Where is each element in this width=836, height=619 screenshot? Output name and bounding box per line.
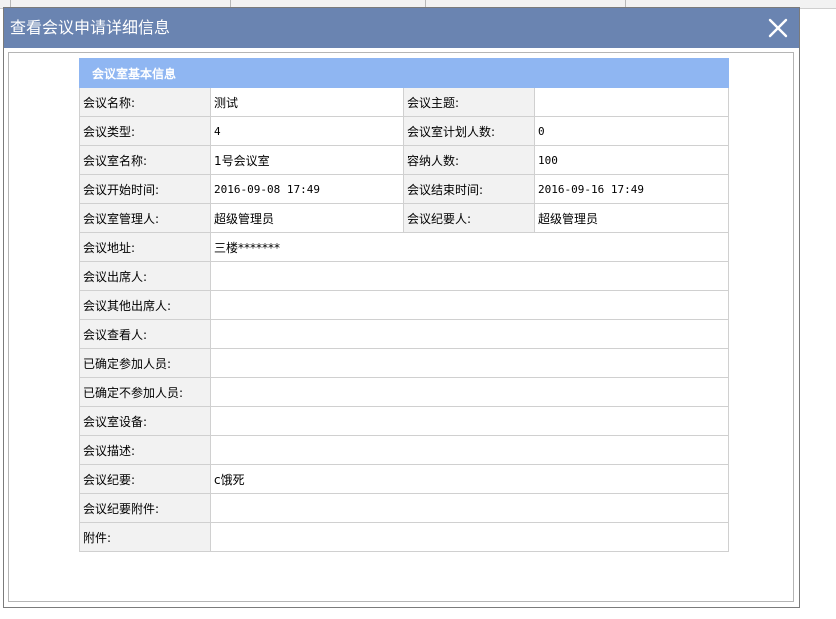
field-value: c饿死 bbox=[209, 464, 730, 494]
field-value bbox=[209, 522, 730, 552]
section-title: 会议室基本信息 bbox=[78, 58, 730, 88]
field-label: 会议纪要: bbox=[79, 464, 211, 494]
close-icon bbox=[768, 18, 788, 38]
field-value: 0 bbox=[533, 116, 730, 146]
field-label: 会议描述: bbox=[79, 435, 211, 465]
bg-col-divider bbox=[625, 0, 626, 7]
info-row: 会议类型: 4 会议室计划人数: 0 bbox=[79, 116, 730, 146]
field-label: 会议室计划人数: bbox=[403, 116, 535, 146]
field-value: 超级管理员 bbox=[533, 203, 730, 233]
field-value: 测试 bbox=[210, 87, 404, 117]
field-label: 会议室管理人: bbox=[79, 203, 211, 233]
field-value: 4 bbox=[210, 116, 404, 146]
field-value bbox=[209, 406, 730, 436]
bg-col-divider bbox=[10, 0, 11, 7]
bg-col-divider bbox=[425, 0, 426, 7]
info-row: 会议开始时间: 2016-09-08 17:49 会议结束时间: 2016-09-16… bbox=[79, 174, 730, 204]
info-row: 会议描述: bbox=[79, 435, 730, 465]
field-label: 会议主题: bbox=[403, 87, 535, 117]
field-label: 已确定不参加人员: bbox=[79, 377, 211, 407]
field-label: 会议地址: bbox=[79, 232, 211, 262]
field-label: 会议室设备: bbox=[79, 406, 211, 436]
field-value: 1号会议室 bbox=[210, 145, 404, 175]
meeting-info-table: 会议室基本信息 会议名称: 测试 会议主题: 会议类型: 4 会议室计划人数: 0 会议室名称… bbox=[78, 58, 730, 552]
field-value: 超级管理员 bbox=[210, 203, 404, 233]
meeting-detail-dialog: 查看会议申请详细信息 会议室基本信息 会议名称: 测试 会议主题: 会议类型: 4 会议室… bbox=[3, 7, 800, 608]
field-label: 会议纪要附件: bbox=[79, 493, 211, 523]
field-label: 已确定参加人员: bbox=[79, 348, 211, 378]
field-label: 会议开始时间: bbox=[79, 174, 211, 204]
info-row: 会议室设备: bbox=[79, 406, 730, 436]
info-row: 会议地址: 三楼******* bbox=[79, 232, 730, 262]
info-row: 会议室名称: 1号会议室 容纳人数: 100 bbox=[79, 145, 730, 175]
dialog-body: 会议室基本信息 会议名称: 测试 会议主题: 会议类型: 4 会议室计划人数: 0 会议室名称… bbox=[8, 52, 794, 602]
dialog-header: 查看会议申请详细信息 bbox=[4, 8, 799, 48]
field-label: 会议其他出席人: bbox=[79, 290, 211, 320]
field-value bbox=[209, 348, 730, 378]
field-value bbox=[209, 435, 730, 465]
field-value bbox=[209, 319, 730, 349]
field-value bbox=[209, 290, 730, 320]
info-row: 会议出席人: bbox=[79, 261, 730, 291]
field-label: 容纳人数: bbox=[403, 145, 535, 175]
close-button[interactable] bbox=[763, 12, 793, 44]
field-value bbox=[209, 261, 730, 291]
field-label: 会议出席人: bbox=[79, 261, 211, 291]
field-value: 三楼******* bbox=[209, 232, 730, 262]
dialog-title: 查看会议申请详细信息 bbox=[10, 18, 171, 37]
info-row: 已确定参加人员: bbox=[79, 348, 730, 378]
section-header-row: 会议室基本信息 bbox=[78, 58, 730, 88]
field-value: 100 bbox=[533, 145, 730, 175]
field-label: 会议结束时间: bbox=[403, 174, 535, 204]
field-label: 附件: bbox=[79, 522, 211, 552]
info-row: 会议查看人: bbox=[79, 319, 730, 349]
info-row: 附件: bbox=[79, 522, 730, 552]
field-label: 会议纪要人: bbox=[403, 203, 535, 233]
field-label: 会议查看人: bbox=[79, 319, 211, 349]
field-value: 2016-09-08 17:49 bbox=[210, 174, 404, 204]
field-value bbox=[209, 377, 730, 407]
bg-col-divider bbox=[230, 0, 231, 7]
info-row: 会议其他出席人: bbox=[79, 290, 730, 320]
field-label: 会议名称: bbox=[79, 87, 211, 117]
field-value bbox=[209, 493, 730, 523]
field-value bbox=[533, 87, 730, 117]
field-label: 会议类型: bbox=[79, 116, 211, 146]
info-row: 会议名称: 测试 会议主题: bbox=[79, 87, 730, 117]
info-row: 会议纪要附件: bbox=[79, 493, 730, 523]
info-row: 会议纪要: c饿死 bbox=[79, 464, 730, 494]
field-label: 会议室名称: bbox=[79, 145, 211, 175]
info-row: 已确定不参加人员: bbox=[79, 377, 730, 407]
info-row: 会议室管理人: 超级管理员 会议纪要人: 超级管理员 bbox=[79, 203, 730, 233]
field-value: 2016-09-16 17:49 bbox=[533, 174, 730, 204]
